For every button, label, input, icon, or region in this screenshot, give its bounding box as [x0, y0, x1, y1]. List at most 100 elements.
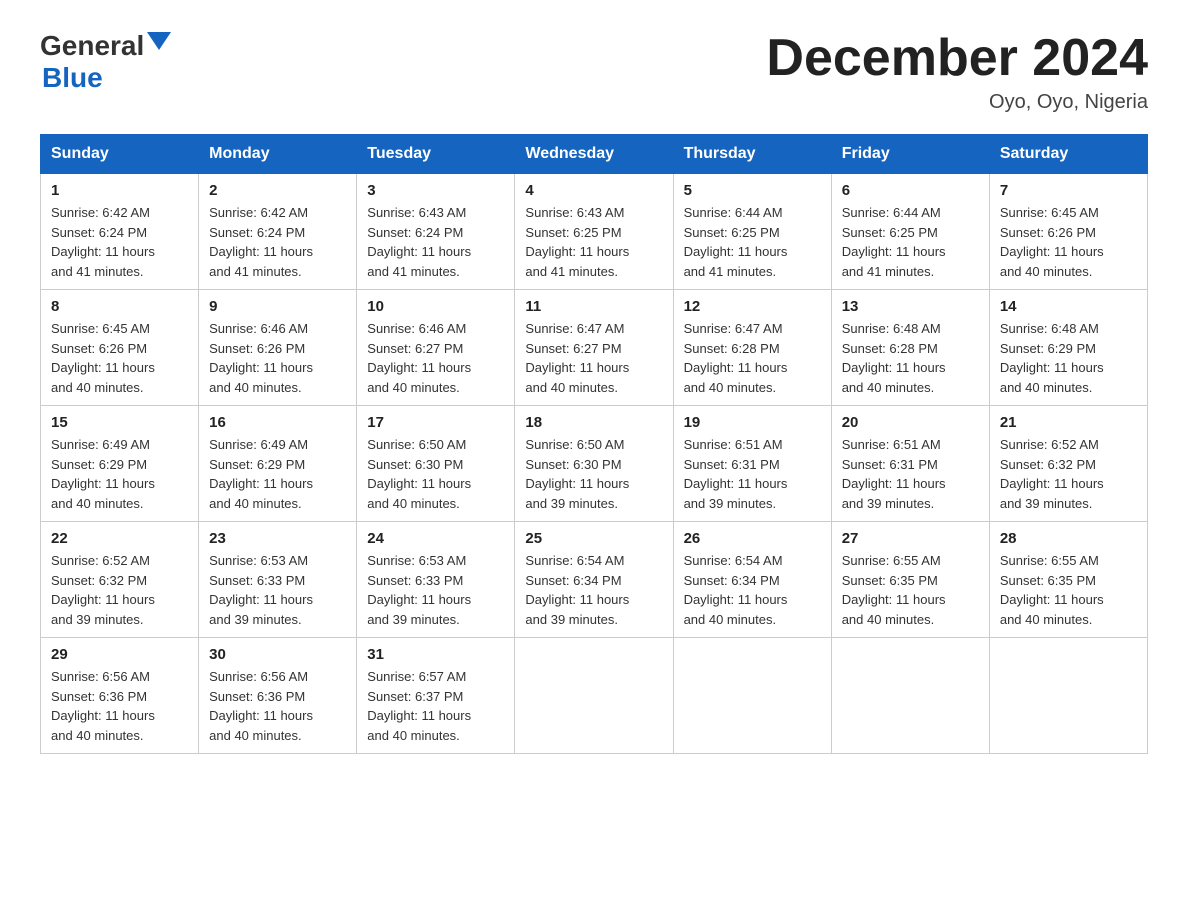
day-info: Sunrise: 6:54 AMSunset: 6:34 PMDaylight:…: [684, 551, 821, 629]
day-info: Sunrise: 6:46 AMSunset: 6:26 PMDaylight:…: [209, 319, 346, 397]
day-number: 5: [684, 182, 821, 199]
col-header-saturday: Saturday: [989, 135, 1147, 174]
logo-triangle-icon: [147, 32, 171, 50]
calendar-cell: 2 Sunrise: 6:42 AMSunset: 6:24 PMDaylight…: [199, 174, 357, 290]
day-info: Sunrise: 6:50 AMSunset: 6:30 PMDaylight:…: [525, 435, 662, 513]
col-header-wednesday: Wednesday: [515, 135, 673, 174]
calendar-cell: 10 Sunrise: 6:46 AMSunset: 6:27 PMDayligh…: [357, 290, 515, 406]
calendar-cell: 21Sunrise: 6:52 AMSunset: 6:32 PMDayligh…: [989, 406, 1147, 522]
day-number: 11: [525, 298, 662, 315]
day-number: 20: [842, 414, 979, 431]
day-number: 24: [367, 530, 504, 547]
calendar-cell: 26 Sunrise: 6:54 AMSunset: 6:34 PMDayligh…: [673, 522, 831, 638]
day-number: 12: [684, 298, 821, 315]
calendar-cell: 30 Sunrise: 6:56 AMSunset: 6:36 PMDayligh…: [199, 638, 357, 754]
month-title: December 2024: [766, 30, 1148, 87]
day-number: 22: [51, 530, 188, 547]
day-info: Sunrise: 6:56 AMSunset: 6:36 PMDaylight:…: [51, 667, 188, 745]
day-number: 2: [209, 182, 346, 199]
calendar-cell: 16 Sunrise: 6:49 AMSunset: 6:29 PMDayligh…: [199, 406, 357, 522]
calendar-week-row: 22 Sunrise: 6:52 AMSunset: 6:32 PMDayligh…: [41, 522, 1148, 638]
calendar-cell: 8 Sunrise: 6:45 AMSunset: 6:26 PMDaylight…: [41, 290, 199, 406]
day-number: 31: [367, 646, 504, 663]
day-number: 16: [209, 414, 346, 431]
day-info: Sunrise: 6:42 AMSunset: 6:24 PMDaylight:…: [51, 203, 188, 281]
col-header-sunday: Sunday: [41, 135, 199, 174]
day-info: Sunrise: 6:42 AMSunset: 6:24 PMDaylight:…: [209, 203, 346, 281]
calendar-cell: 15 Sunrise: 6:49 AMSunset: 6:29 PMDayligh…: [41, 406, 199, 522]
day-info: Sunrise: 6:48 AMSunset: 6:28 PMDaylight:…: [842, 319, 979, 397]
day-info: Sunrise: 6:55 AMSunset: 6:35 PMDaylight:…: [1000, 551, 1137, 629]
day-number: 21: [1000, 414, 1137, 431]
calendar-cell: 4Sunrise: 6:43 AMSunset: 6:25 PMDaylight…: [515, 174, 673, 290]
day-info: Sunrise: 6:51 AMSunset: 6:31 PMDaylight:…: [684, 435, 821, 513]
title-block: December 2024 Oyo, Oyo, Nigeria: [766, 30, 1148, 114]
calendar-cell: 23Sunrise: 6:53 AMSunset: 6:33 PMDayligh…: [199, 522, 357, 638]
calendar-cell: 1 Sunrise: 6:42 AMSunset: 6:24 PMDaylight…: [41, 174, 199, 290]
day-number: 10: [367, 298, 504, 315]
calendar-cell: 12 Sunrise: 6:47 AMSunset: 6:28 PMDayligh…: [673, 290, 831, 406]
day-info: Sunrise: 6:48 AMSunset: 6:29 PMDaylight:…: [1000, 319, 1137, 397]
location: Oyo, Oyo, Nigeria: [766, 91, 1148, 114]
day-info: Sunrise: 6:57 AMSunset: 6:37 PMDaylight:…: [367, 667, 504, 745]
calendar-cell: [989, 638, 1147, 754]
day-number: 6: [842, 182, 979, 199]
calendar-cell: 13 Sunrise: 6:48 AMSunset: 6:28 PMDayligh…: [831, 290, 989, 406]
day-number: 30: [209, 646, 346, 663]
calendar-cell: 25Sunrise: 6:54 AMSunset: 6:34 PMDayligh…: [515, 522, 673, 638]
day-info: Sunrise: 6:43 AMSunset: 6:24 PMDaylight:…: [367, 203, 504, 281]
calendar-week-row: 1 Sunrise: 6:42 AMSunset: 6:24 PMDaylight…: [41, 174, 1148, 290]
day-info: Sunrise: 6:47 AMSunset: 6:28 PMDaylight:…: [684, 319, 821, 397]
day-number: 15: [51, 414, 188, 431]
calendar-cell: [673, 638, 831, 754]
calendar-header-row: SundayMondayTuesdayWednesdayThursdayFrid…: [41, 135, 1148, 174]
calendar-cell: 29Sunrise: 6:56 AMSunset: 6:36 PMDayligh…: [41, 638, 199, 754]
col-header-monday: Monday: [199, 135, 357, 174]
calendar-cell: 5Sunrise: 6:44 AMSunset: 6:25 PMDaylight…: [673, 174, 831, 290]
day-info: Sunrise: 6:50 AMSunset: 6:30 PMDaylight:…: [367, 435, 504, 513]
calendar-week-row: 29Sunrise: 6:56 AMSunset: 6:36 PMDayligh…: [41, 638, 1148, 754]
calendar-cell: 11Sunrise: 6:47 AMSunset: 6:27 PMDayligh…: [515, 290, 673, 406]
day-number: 17: [367, 414, 504, 431]
day-number: 14: [1000, 298, 1137, 315]
calendar-cell: 7 Sunrise: 6:45 AMSunset: 6:26 PMDaylight…: [989, 174, 1147, 290]
day-info: Sunrise: 6:45 AMSunset: 6:26 PMDaylight:…: [51, 319, 188, 397]
day-number: 26: [684, 530, 821, 547]
calendar-cell: 3 Sunrise: 6:43 AMSunset: 6:24 PMDaylight…: [357, 174, 515, 290]
day-info: Sunrise: 6:44 AMSunset: 6:25 PMDaylight:…: [842, 203, 979, 281]
day-number: 3: [367, 182, 504, 199]
calendar-cell: 9Sunrise: 6:46 AMSunset: 6:26 PMDaylight…: [199, 290, 357, 406]
calendar-cell: 14 Sunrise: 6:48 AMSunset: 6:29 PMDayligh…: [989, 290, 1147, 406]
day-info: Sunrise: 6:54 AMSunset: 6:34 PMDaylight:…: [525, 551, 662, 629]
day-number: 18: [525, 414, 662, 431]
day-info: Sunrise: 6:56 AMSunset: 6:36 PMDaylight:…: [209, 667, 346, 745]
day-number: 13: [842, 298, 979, 315]
calendar-cell: [831, 638, 989, 754]
day-number: 8: [51, 298, 188, 315]
calendar-cell: 18 Sunrise: 6:50 AMSunset: 6:30 PMDayligh…: [515, 406, 673, 522]
day-info: Sunrise: 6:49 AMSunset: 6:29 PMDaylight:…: [51, 435, 188, 513]
page-header: General Blue December 2024 Oyo, Oyo, Nig…: [40, 30, 1148, 114]
logo-general: General: [40, 30, 144, 62]
logo-blue: Blue: [42, 62, 171, 94]
day-number: 4: [525, 182, 662, 199]
day-number: 23: [209, 530, 346, 547]
day-number: 7: [1000, 182, 1137, 199]
day-info: Sunrise: 6:53 AMSunset: 6:33 PMDaylight:…: [367, 551, 504, 629]
col-header-thursday: Thursday: [673, 135, 831, 174]
col-header-tuesday: Tuesday: [357, 135, 515, 174]
calendar-cell: 31 Sunrise: 6:57 AMSunset: 6:37 PMDayligh…: [357, 638, 515, 754]
day-info: Sunrise: 6:49 AMSunset: 6:29 PMDaylight:…: [209, 435, 346, 513]
calendar-cell: 28 Sunrise: 6:55 AMSunset: 6:35 PMDayligh…: [989, 522, 1147, 638]
day-info: Sunrise: 6:46 AMSunset: 6:27 PMDaylight:…: [367, 319, 504, 397]
day-number: 28: [1000, 530, 1137, 547]
day-number: 1: [51, 182, 188, 199]
day-info: Sunrise: 6:45 AMSunset: 6:26 PMDaylight:…: [1000, 203, 1137, 281]
day-info: Sunrise: 6:52 AMSunset: 6:32 PMDaylight:…: [51, 551, 188, 629]
calendar-cell: 17 Sunrise: 6:50 AMSunset: 6:30 PMDayligh…: [357, 406, 515, 522]
calendar-cell: 6 Sunrise: 6:44 AMSunset: 6:25 PMDaylight…: [831, 174, 989, 290]
calendar-week-row: 15 Sunrise: 6:49 AMSunset: 6:29 PMDayligh…: [41, 406, 1148, 522]
calendar-week-row: 8 Sunrise: 6:45 AMSunset: 6:26 PMDaylight…: [41, 290, 1148, 406]
calendar-cell: 19Sunrise: 6:51 AMSunset: 6:31 PMDayligh…: [673, 406, 831, 522]
calendar-cell: 27Sunrise: 6:55 AMSunset: 6:35 PMDayligh…: [831, 522, 989, 638]
